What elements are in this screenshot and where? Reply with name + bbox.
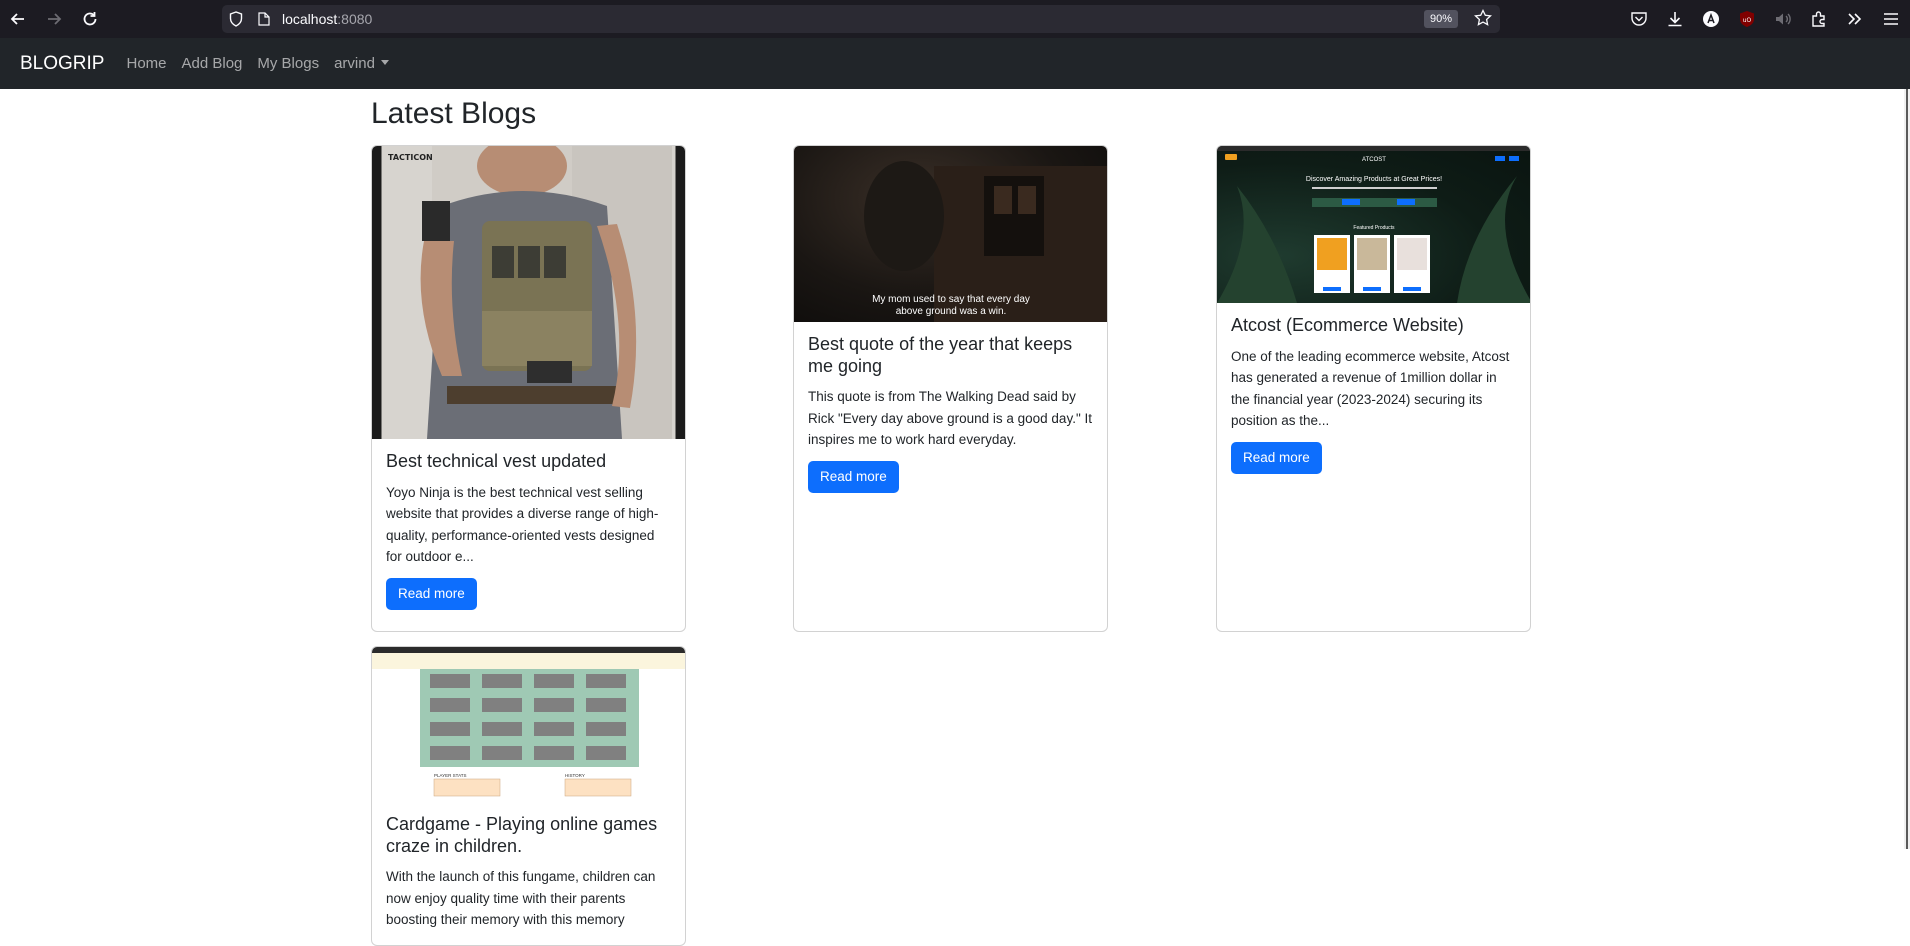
blog-card: TACTICON Best technical vest updated Yoy… <box>371 145 686 632</box>
blog-card-text: One of the leading ecommerce website, At… <box>1231 348 1510 429</box>
shield-icon[interactable] <box>222 11 250 27</box>
blog-card-image: TACTICON <box>372 146 685 439</box>
cardgame-history: HISTORY <box>565 773 585 778</box>
read-more-button[interactable]: Read more <box>1231 441 1322 474</box>
app-navbar: BLOGRIP Home Add Blog My Blogs arvind <box>0 38 1910 89</box>
zoom-badge[interactable]: 90% <box>1423 10 1458 28</box>
quote-caption-line1: My mom used to say that every day <box>872 294 1030 305</box>
nav-link-add-blog[interactable]: Add Blog <box>182 55 243 72</box>
atcost-image-section: Featured Products <box>1353 225 1395 231</box>
extensions-icon[interactable] <box>1808 8 1830 30</box>
svg-text:uO: uO <box>1743 17 1752 24</box>
cardgame-player-stats: PLAYER STATS <box>434 773 467 778</box>
forward-icon[interactable] <box>36 1 72 37</box>
blog-card-image: ATCOST Discover Amazing Products at Grea… <box>1217 146 1530 303</box>
reload-icon[interactable] <box>72 1 108 37</box>
blog-card: ATCOST Discover Amazing Products at Grea… <box>1216 145 1531 632</box>
blog-card-title: Atcost (Ecommerce Website) <box>1231 315 1464 335</box>
brand-logo[interactable]: BLOGRIP <box>20 53 104 75</box>
blog-card-body: Best technical vest updated Yoyo Ninja i… <box>372 439 685 622</box>
read-more-button[interactable]: Read more <box>808 460 899 493</box>
url-text: localhost:8080 <box>282 11 373 27</box>
atcost-image-brand: ATCOST <box>1362 157 1386 163</box>
blog-card-image: My mom used to say that every day above … <box>794 146 1107 322</box>
nav-link-my-blogs[interactable]: My Blogs <box>257 55 319 72</box>
browser-toolbar: localhost:8080 90% uO <box>0 0 1910 38</box>
pocket-icon[interactable] <box>1628 8 1650 30</box>
back-icon[interactable] <box>0 1 36 37</box>
read-more-button[interactable]: Read more <box>386 577 477 610</box>
blog-card-title: Best technical vest updated <box>386 451 607 471</box>
download-icon[interactable] <box>1664 8 1686 30</box>
bookmark-star-icon[interactable] <box>1474 8 1492 32</box>
blog-card-text: Yoyo Ninja is the best technical vest se… <box>386 484 659 565</box>
blog-card-body: Cardgame - Playing online games craze in… <box>372 802 685 945</box>
page-icon[interactable] <box>250 12 278 26</box>
page-title: Latest Blogs <box>371 97 537 130</box>
blog-card-body: Best quote of the year that keeps me goi… <box>794 322 1107 505</box>
ublock-icon[interactable]: uO <box>1736 8 1758 30</box>
blog-card-body: Atcost (Ecommerce Website) One of the le… <box>1217 303 1530 486</box>
account-icon[interactable] <box>1700 8 1722 30</box>
vest-image-logo: TACTICON <box>388 153 433 162</box>
overflow-chevron-icon[interactable] <box>1844 8 1866 30</box>
blog-card-image: PLAYER STATS HISTORY <box>372 647 685 802</box>
user-dropdown[interactable]: arvind <box>334 55 389 72</box>
blog-card-title: Cardgame - Playing online games craze in… <box>386 814 658 856</box>
speaker-icon[interactable] <box>1772 8 1794 30</box>
blog-card: My mom used to say that every day above … <box>793 145 1108 632</box>
hamburger-menu-icon[interactable] <box>1880 8 1902 30</box>
blog-card: PLAYER STATS HISTORY Cardgame - Playing … <box>371 646 686 946</box>
blog-card-title: Best quote of the year that keeps me goi… <box>808 334 1073 376</box>
quote-caption-line2: above ground was a win. <box>896 306 1007 317</box>
nav-link-home[interactable]: Home <box>126 55 166 72</box>
blog-card-text: With the launch of this fungame, childre… <box>386 869 656 928</box>
address-bar[interactable]: localhost:8080 90% <box>222 5 1500 33</box>
atcost-image-headline: Discover Amazing Products at Great Price… <box>1306 176 1442 183</box>
page-scrollbar[interactable] <box>1904 89 1910 849</box>
blog-card-text: This quote is from The Walking Dead said… <box>808 389 1092 448</box>
